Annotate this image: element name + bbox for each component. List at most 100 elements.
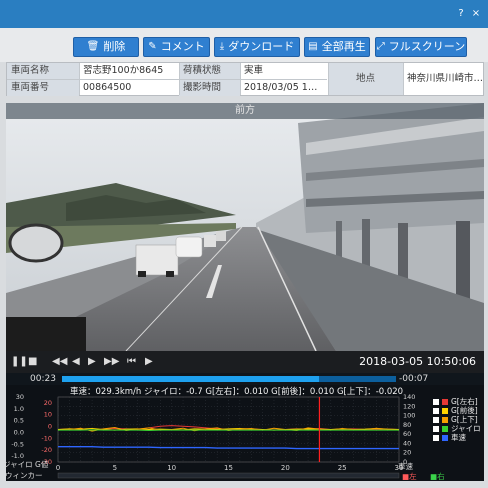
y-left-tick-label: 20 bbox=[44, 399, 52, 407]
legend-swatch bbox=[442, 434, 448, 441]
download-icon: ⤓ bbox=[219, 41, 225, 52]
play-all-label: 全部再生 bbox=[321, 40, 366, 53]
checkbox-icon[interactable] bbox=[433, 398, 439, 405]
y-left-tick-label: 30 bbox=[16, 393, 24, 401]
toolbar: 🗑 削除 ✎ コメント ⤓ ダウンロード ▤ 全部再生 ⤢ フルスクリーン bbox=[0, 28, 488, 62]
series-line bbox=[58, 429, 399, 431]
vehicle-name-value: 習志野100か8645 bbox=[83, 65, 164, 76]
legend-item[interactable]: G[左右] bbox=[433, 397, 483, 406]
next-frame-icon[interactable]: ▶ bbox=[145, 356, 153, 367]
seek-bar[interactable]: 00:23 -00:07 bbox=[6, 373, 484, 385]
y-right-tick-label: 120 bbox=[403, 402, 415, 410]
close-icon[interactable]: × bbox=[470, 8, 482, 20]
winker-label: ウィンカー bbox=[5, 471, 43, 480]
comment-label: コメント bbox=[160, 40, 205, 53]
checkbox-icon[interactable] bbox=[433, 407, 439, 414]
cargo-value: 実車 bbox=[244, 65, 264, 76]
edit-icon: ✎ bbox=[148, 41, 157, 52]
shot-time-label: 撮影時間 bbox=[179, 80, 240, 96]
y-left-tick-label: -20 bbox=[41, 446, 52, 454]
download-button[interactable]: ⤓ ダウンロード bbox=[214, 37, 300, 57]
fullscreen-icon: ⤢ bbox=[376, 41, 385, 52]
x-tick-label: 0 bbox=[56, 464, 60, 472]
legend-swatch bbox=[442, 425, 448, 432]
vehicle-no-value: 00864500 bbox=[83, 82, 132, 93]
title-bar: ? × bbox=[0, 0, 488, 28]
legend-label: ジャイロ bbox=[451, 424, 481, 433]
pause-icon[interactable]: ❚❚ bbox=[11, 356, 28, 367]
table-divider bbox=[7, 79, 327, 80]
fast-forward-icon[interactable]: ▶▶ bbox=[104, 356, 119, 367]
y-left-tick-label: 10 bbox=[44, 411, 52, 419]
remaining-time: -00:07 bbox=[399, 374, 429, 384]
legend-item[interactable]: G[上下] bbox=[433, 415, 483, 424]
legend-swatch bbox=[442, 398, 448, 405]
checkbox-icon[interactable] bbox=[433, 425, 439, 432]
play-icon[interactable]: ▶ bbox=[88, 356, 96, 367]
stop-icon[interactable]: ■ bbox=[28, 356, 37, 367]
y-left-tick-label: 1.0 bbox=[14, 405, 24, 413]
table-divider bbox=[403, 63, 404, 95]
legend-label: G[前後] bbox=[451, 406, 478, 415]
help-icon[interactable]: ? bbox=[455, 8, 467, 20]
legend-item[interactable]: G[前後] bbox=[433, 406, 483, 415]
table-divider bbox=[79, 63, 80, 95]
play-all-button[interactable]: ▤ 全部再生 bbox=[304, 37, 370, 57]
fullscreen-button[interactable]: ⤢ フルスクリーン bbox=[375, 37, 467, 57]
shot-time-value: 2018/03/05 1… bbox=[244, 82, 318, 93]
right-winker-label: ■右 bbox=[430, 472, 445, 481]
x-tick-label: 20 bbox=[281, 464, 290, 472]
y-right-tick-label: 100 bbox=[403, 412, 415, 420]
y-right-tick-label: 20 bbox=[403, 449, 411, 457]
legend-label: G[上下] bbox=[451, 415, 478, 424]
x-tick-label: 5 bbox=[113, 464, 117, 472]
legend-item[interactable]: 車速 bbox=[433, 433, 483, 442]
y-left-tick-label: 0.5 bbox=[14, 417, 24, 425]
step-back-icon[interactable]: ◀ bbox=[72, 356, 80, 367]
cargo-label: 荷積状態 bbox=[179, 63, 240, 79]
x-tick-label: 25 bbox=[338, 464, 347, 472]
y-left-tick-label: 0 bbox=[48, 423, 52, 431]
x-tick-label: 15 bbox=[224, 464, 233, 472]
file-icon: ▤ bbox=[308, 41, 318, 52]
vehicle-no-label: 車両番号 bbox=[7, 80, 79, 96]
checkbox-icon[interactable] bbox=[433, 416, 439, 423]
trash-icon: 🗑 bbox=[86, 41, 100, 52]
seek-progress bbox=[62, 376, 320, 382]
legend-swatch bbox=[442, 407, 448, 414]
chart-legend: G[左右] G[前後] G[上下] ジャイロ 車速 bbox=[433, 397, 483, 442]
y-right-tick-label: 60 bbox=[403, 430, 411, 438]
y-right-tick-label: 40 bbox=[403, 439, 411, 447]
location-label: 地点 bbox=[328, 63, 403, 95]
sensor-graph-panel: 車速：029.3km/h ジャイロ：-0.7 G[左右]：0.010 G[前後]… bbox=[3, 385, 484, 481]
table-divider bbox=[179, 63, 180, 95]
y-right-tick-label: 80 bbox=[403, 421, 411, 429]
playback-datetime: 2018-03-05 10:50:06 bbox=[359, 355, 476, 368]
camera-view-label: 前方 bbox=[6, 103, 484, 119]
checkbox-icon[interactable] bbox=[433, 434, 439, 441]
location-value: 神奈川県川崎市… bbox=[407, 73, 483, 84]
download-label: ダウンロード bbox=[228, 40, 295, 53]
fullscreen-label: フルスクリーン bbox=[388, 40, 466, 53]
y-right-tick-label: 140 bbox=[403, 393, 415, 401]
y-left-tick-label: 0.0 bbox=[14, 428, 24, 436]
legend-label: 車速 bbox=[451, 433, 466, 442]
skip-back-icon[interactable]: ◀◀ bbox=[52, 356, 67, 367]
comment-button[interactable]: ✎ コメント bbox=[143, 37, 210, 57]
legend-item[interactable]: ジャイロ bbox=[433, 424, 483, 433]
y-left-tick-label: -0.5 bbox=[11, 440, 24, 448]
delete-label: 削除 bbox=[103, 40, 126, 53]
vehicle-name-label: 車両名称 bbox=[7, 63, 79, 79]
x-tick-label: 10 bbox=[167, 464, 176, 472]
legend-label: G[左右] bbox=[451, 397, 478, 406]
gyro-g-axis-label: ジャイロ G値 bbox=[3, 460, 49, 469]
delete-button[interactable]: 🗑 削除 bbox=[73, 37, 139, 57]
left-winker-text: 左 bbox=[409, 472, 417, 481]
left-winker-label: ■左 bbox=[402, 472, 417, 481]
previous-frame-icon[interactable]: ⏮ bbox=[127, 356, 136, 367]
legend-swatch bbox=[442, 416, 448, 423]
video-frame[interactable]: 前方 bbox=[6, 103, 484, 351]
table-divider bbox=[240, 63, 241, 95]
right-winker-text: 右 bbox=[437, 472, 445, 481]
info-table: 車両名称 習志野100か8645 荷積状態 実車 車両番号 00864500 撮… bbox=[6, 62, 484, 96]
